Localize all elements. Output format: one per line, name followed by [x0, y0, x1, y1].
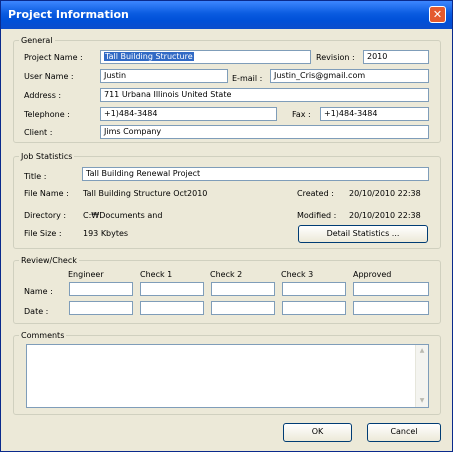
column-header-check-3: Check 3	[281, 270, 314, 279]
email-field[interactable]: Justin_Cris@gmail.com	[270, 69, 429, 83]
comments-textarea[interactable]: ▲ ▼	[26, 344, 429, 408]
scroll-up-icon[interactable]: ▲	[416, 345, 428, 357]
fax-field[interactable]: +1)484-3484	[320, 107, 429, 121]
created-value: 20/10/2010 22:38	[349, 189, 421, 198]
dialog-title: Project Information	[8, 8, 129, 21]
review-check-group: Review/Check Engineer Check 1 Check 2 Ch…	[13, 255, 441, 324]
cancel-button[interactable]: Cancel	[367, 423, 441, 442]
telephone-field[interactable]: +1)484-3484	[100, 107, 277, 121]
check-1-date-field[interactable]	[140, 301, 204, 315]
revision-label: Revision :	[316, 53, 355, 62]
job-statistics-legend: Job Statistics	[19, 151, 75, 162]
engineer-name-field[interactable]	[69, 282, 133, 296]
engineer-date-field[interactable]	[69, 301, 133, 315]
comments-scrollbar[interactable]: ▲ ▼	[415, 345, 428, 407]
review-check-legend: Review/Check	[19, 255, 79, 266]
scroll-down-icon[interactable]: ▼	[416, 395, 428, 407]
address-label: Address :	[24, 91, 62, 100]
column-header-approved: Approved	[353, 270, 392, 279]
check-3-date-field[interactable]	[282, 301, 346, 315]
ok-button[interactable]: OK	[283, 423, 352, 442]
column-header-check-1: Check 1	[140, 270, 173, 279]
title-bar: Project Information ✕	[1, 1, 452, 29]
file-name-value: Tall Building Structure Oct2010	[83, 189, 208, 198]
project-name-label: Project Name :	[24, 53, 83, 62]
comments-group: Comments ▲ ▼	[13, 330, 441, 415]
close-button[interactable]: ✕	[429, 6, 446, 23]
check-1-name-field[interactable]	[140, 282, 204, 296]
job-statistics-group: Job Statistics Title : Tall Building Ren…	[13, 151, 441, 249]
modified-label: Modified :	[297, 211, 337, 220]
check-3-name-field[interactable]	[282, 282, 346, 296]
directory-label: Directory :	[24, 211, 67, 220]
client-field[interactable]: Jims Company	[100, 125, 429, 139]
address-field[interactable]: 711 Urbana Illinois United State	[100, 88, 429, 102]
general-legend: General	[19, 35, 55, 46]
telephone-label: Telephone :	[24, 110, 70, 119]
approved-name-field[interactable]	[353, 282, 429, 296]
comments-legend: Comments	[19, 330, 67, 341]
general-group: General Project Name : Tall Building Str…	[13, 35, 441, 143]
directory-value: C:₩Documents and	[83, 211, 163, 220]
user-name-field[interactable]: Justin	[100, 69, 228, 83]
project-information-dialog: Project Information ✕ General Project Na…	[0, 0, 453, 452]
column-header-engineer: Engineer	[68, 270, 104, 279]
title-label: Title :	[24, 172, 47, 181]
file-name-label: File Name :	[24, 189, 69, 198]
email-label: E-mail :	[232, 74, 263, 83]
modified-value: 20/10/2010 22:38	[349, 211, 421, 220]
project-name-value: Tall Building Structure	[104, 52, 194, 61]
file-size-label: File Size :	[24, 229, 62, 238]
project-name-field[interactable]: Tall Building Structure	[100, 50, 311, 64]
check-2-name-field[interactable]	[211, 282, 275, 296]
user-name-label: User Name :	[24, 72, 74, 81]
approved-date-field[interactable]	[353, 301, 429, 315]
detail-statistics-button[interactable]: Detail Statistics ...	[298, 225, 428, 243]
column-header-check-2: Check 2	[210, 270, 243, 279]
revision-field[interactable]: 2010	[363, 50, 429, 64]
name-row-label: Name :	[24, 287, 53, 296]
fax-label: Fax :	[292, 110, 311, 119]
created-label: Created :	[297, 189, 334, 198]
date-row-label: Date :	[24, 307, 49, 316]
client-label: Client :	[24, 128, 53, 137]
file-size-value: 193 Kbytes	[83, 229, 129, 238]
title-field[interactable]: Tall Building Renewal Project	[82, 167, 429, 181]
check-2-date-field[interactable]	[211, 301, 275, 315]
